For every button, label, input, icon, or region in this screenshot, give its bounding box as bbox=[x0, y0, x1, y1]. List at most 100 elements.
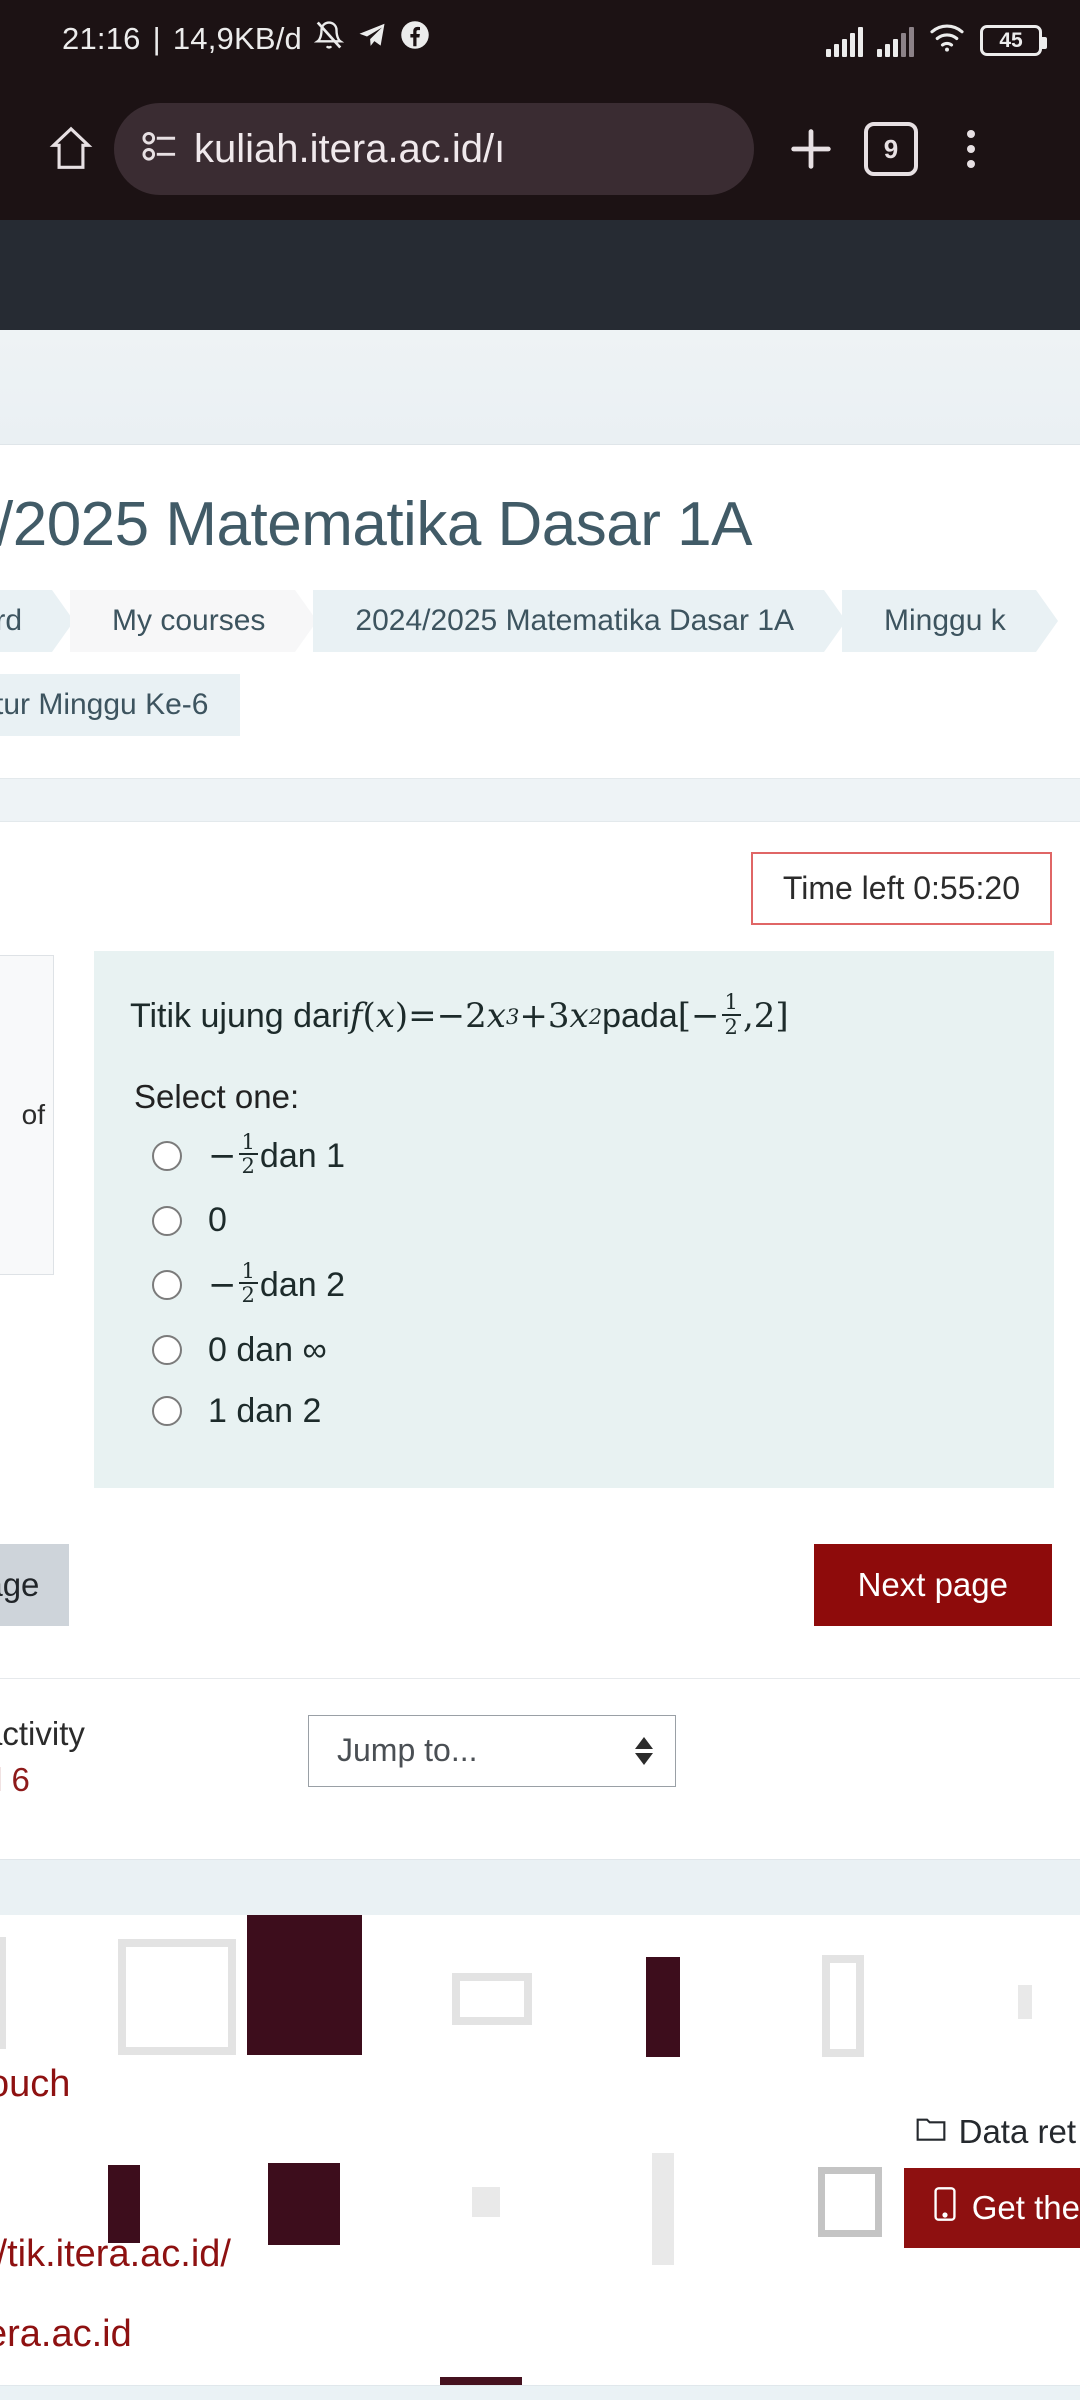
answer-option-label: 0 bbox=[208, 1201, 227, 1240]
math-exponent: 2 bbox=[588, 1003, 603, 1029]
moodle-page: 4/2025 Matematika Dasar 1A oard My cours… bbox=[0, 220, 1080, 2385]
fraction-denominator: 2 bbox=[721, 1013, 741, 1038]
status-data-rate: 14,9KB/d bbox=[172, 21, 302, 56]
data-retention-link[interactable]: Data ret bbox=[915, 2113, 1076, 2151]
chevron-updown-icon bbox=[635, 1736, 653, 1765]
tab-counter-button[interactable]: 9 bbox=[854, 112, 928, 186]
breadcrumb-label: 2024/2025 Matematika Dasar 1A bbox=[355, 604, 795, 637]
math-bracket: [ bbox=[677, 996, 692, 1036]
question-info-panel: of bbox=[0, 955, 54, 1275]
kebab-menu-icon[interactable] bbox=[934, 112, 1008, 186]
breadcrumb: oard My courses 2024/2025 Matematika Das… bbox=[0, 590, 1080, 652]
previous-page-button[interactable]: page bbox=[0, 1543, 70, 1626]
next-page-button[interactable]: Next page bbox=[813, 1543, 1052, 1626]
footer-placeholder bbox=[822, 1954, 864, 2057]
scroll-handle bbox=[440, 2376, 522, 2385]
get-mobile-app-button[interactable]: Get the bbox=[903, 2167, 1080, 2248]
url-text[interactable]: kuliah.itera.ac.id/ı bbox=[194, 127, 505, 172]
page-title: 4/2025 Matematika Dasar 1A bbox=[0, 490, 752, 559]
math-fraction: 12 bbox=[238, 1258, 258, 1306]
breadcrumb-item-dashboard[interactable]: oard bbox=[0, 590, 75, 652]
math-minus: − bbox=[691, 996, 720, 1036]
option-minus: − bbox=[208, 1136, 237, 1177]
question-middle-text: pada bbox=[602, 997, 678, 1035]
footer-placeholder bbox=[652, 2152, 674, 2265]
jump-to-select[interactable]: Jump to... bbox=[308, 1714, 676, 1787]
timer-row: Time left 0:55:20 bbox=[0, 822, 1080, 925]
footer-placeholder bbox=[118, 1938, 236, 2055]
plus-icon[interactable] bbox=[774, 112, 848, 186]
quiz-timer: Time left 0:55:20 bbox=[750, 852, 1052, 925]
bell-muted-icon bbox=[313, 19, 345, 59]
footer-link-tik[interactable]: //tik.itera.ac.id/ bbox=[0, 2233, 231, 2276]
breadcrumb-label: My courses bbox=[112, 604, 266, 637]
wifi-icon bbox=[928, 22, 966, 57]
quiz-nav-buttons: page Next page bbox=[0, 1488, 1080, 1626]
permission-key-icon[interactable] bbox=[140, 130, 178, 169]
radio-button[interactable] bbox=[152, 1141, 182, 1172]
breadcrumb-item-course[interactable]: 2024/2025 Matematika Dasar 1A bbox=[313, 590, 846, 652]
url-bar[interactable]: kuliah.itera.ac.id/ı bbox=[114, 103, 754, 195]
data-retention-label: Data ret bbox=[958, 2112, 1076, 2150]
home-icon[interactable] bbox=[34, 112, 108, 186]
footer-placeholder bbox=[646, 1956, 680, 2057]
answer-option-b[interactable]: 0 bbox=[130, 1190, 1018, 1251]
footer-link-itera[interactable]: era.ac.id bbox=[0, 2313, 132, 2356]
android-status-bar: 21:16 | 14,9KB/d 45 bbox=[0, 0, 1080, 78]
radio-button[interactable] bbox=[152, 1335, 182, 1365]
math-exponent: 3 bbox=[505, 1003, 520, 1029]
fraction-numerator: 1 bbox=[724, 989, 738, 1015]
question-marks-text: of bbox=[21, 1099, 45, 1130]
fraction-denominator: 2 bbox=[238, 1153, 258, 1177]
breadcrumb-item-activity[interactable]: rstruktur Minggu Ke-6 bbox=[0, 674, 241, 736]
folder-icon bbox=[915, 2113, 947, 2151]
math-coefficient: −2 bbox=[436, 996, 487, 1036]
math-equals: = bbox=[408, 996, 437, 1036]
math-comma: , bbox=[742, 996, 754, 1036]
answer-option-e[interactable]: 1 dan 2 bbox=[130, 1381, 1018, 1442]
status-time: 21:16 bbox=[62, 21, 141, 56]
math-fraction: 12 bbox=[721, 989, 741, 1038]
content-spacer bbox=[0, 736, 1080, 778]
activity-navigation: us activity odul 6 Jump to... bbox=[0, 1679, 1080, 1799]
battery-icon: 45 bbox=[980, 24, 1047, 56]
question-prefix: Titik ujung dari bbox=[130, 997, 350, 1035]
answer-option-a[interactable]: −1 2 dan 1 bbox=[130, 1122, 1018, 1190]
radio-button[interactable] bbox=[152, 1270, 182, 1301]
breadcrumb-item-week[interactable]: Minggu k bbox=[842, 590, 1058, 652]
browser-toolbar: kuliah.itera.ac.id/ı 9 bbox=[0, 78, 1080, 220]
math-fraction: 12 bbox=[238, 1129, 258, 1177]
breadcrumb-label: rstruktur Minggu Ke-6 bbox=[0, 688, 209, 721]
tab-count[interactable]: 9 bbox=[864, 122, 918, 176]
facebook-icon bbox=[400, 20, 430, 58]
math-plus: + bbox=[519, 996, 548, 1036]
answer-option-d[interactable]: 0 dan ∞ bbox=[130, 1320, 1018, 1381]
previous-activity-link[interactable]: odul 6 bbox=[0, 1761, 300, 1799]
math-paren: ) bbox=[394, 996, 409, 1036]
status-bar-right: 45 bbox=[826, 22, 1047, 57]
answer-option-c[interactable]: −1 2 dan 2 bbox=[130, 1251, 1018, 1319]
previous-activity: us activity odul 6 bbox=[0, 1715, 300, 1799]
fraction-numerator: 1 bbox=[241, 1258, 255, 1284]
status-separator: | bbox=[152, 21, 161, 56]
footer-link-touch[interactable]: ouch bbox=[0, 2063, 70, 2106]
question-body: Titik ujung dari f(x) = −2 x 3 + 3x2 pada … bbox=[94, 951, 1054, 1488]
footer-placeholder bbox=[268, 2162, 340, 2245]
math-bracket: ] bbox=[775, 996, 789, 1036]
option-minus: − bbox=[208, 1265, 237, 1306]
footer-placeholder bbox=[1018, 1984, 1032, 2019]
math-variable: x bbox=[569, 996, 589, 1036]
activity-header-band bbox=[0, 778, 1080, 822]
breadcrumb-item-my-courses[interactable]: My courses bbox=[70, 590, 318, 652]
get-mobile-app-label: Get the bbox=[971, 2188, 1080, 2226]
page-footer: ouch Data ret //tik.itera.ac.id/ era.ac.… bbox=[0, 1914, 1080, 2385]
math-paren: ( bbox=[362, 996, 376, 1036]
footer-placeholder bbox=[247, 1914, 362, 2055]
footer-placeholder bbox=[818, 2166, 882, 2237]
radio-button[interactable] bbox=[152, 1396, 182, 1426]
footer-placeholder bbox=[472, 2186, 500, 2217]
radio-button[interactable] bbox=[152, 1205, 182, 1236]
fraction-numerator: 1 bbox=[241, 1129, 255, 1154]
signal-icon bbox=[877, 26, 914, 57]
math-interval-end: 2 bbox=[753, 996, 776, 1036]
